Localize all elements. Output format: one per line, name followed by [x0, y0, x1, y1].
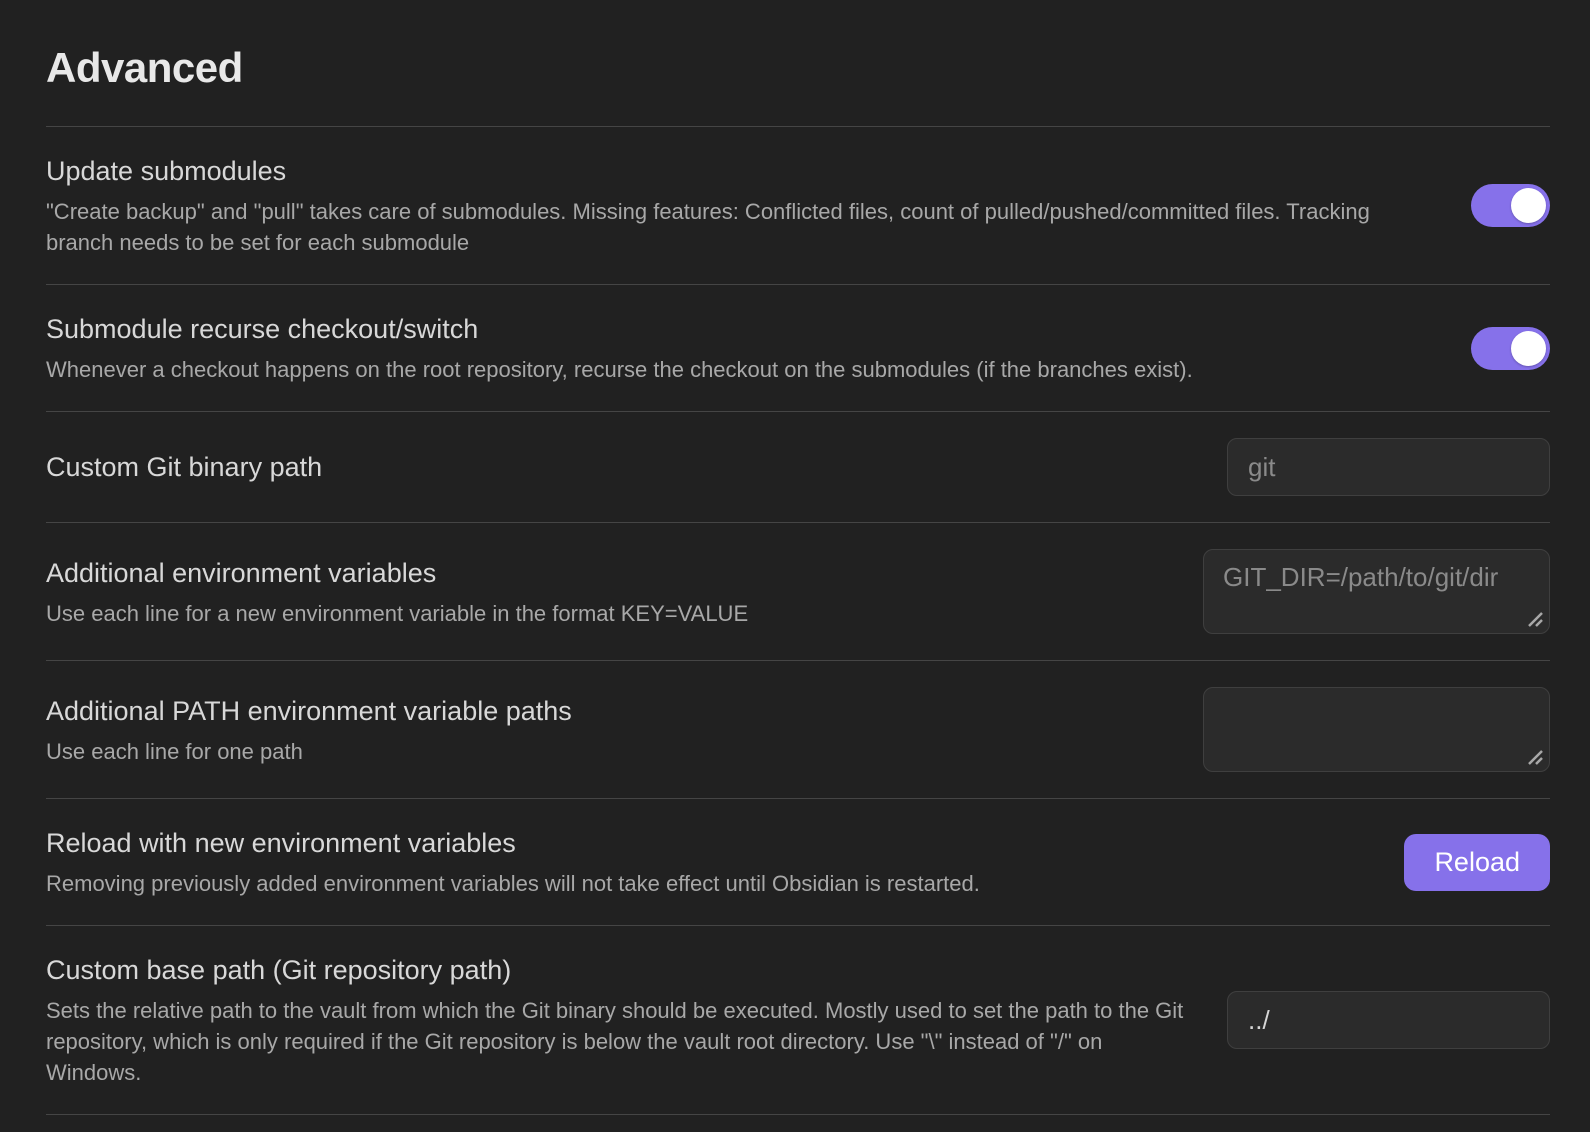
- setting-info: Reload with new environment variables Re…: [46, 825, 1404, 899]
- setting-info: Custom Git binary path: [46, 449, 1227, 485]
- setting-item-reload-env: Reload with new environment variables Re…: [46, 798, 1550, 925]
- setting-control: [1227, 991, 1550, 1049]
- setting-name: Additional PATH environment variable pat…: [46, 693, 1173, 729]
- resize-handle-icon[interactable]: [1523, 607, 1543, 627]
- setting-info: Additional environment variables Use eac…: [46, 555, 1203, 629]
- setting-name: Submodule recurse checkout/switch: [46, 311, 1441, 347]
- toggle-knob: [1511, 331, 1546, 366]
- setting-item-update-submodules: Update submodules "Create backup" and "p…: [46, 126, 1550, 284]
- setting-info: Update submodules "Create backup" and "p…: [46, 153, 1471, 258]
- setting-control: [1227, 438, 1550, 496]
- setting-name: Custom Git binary path: [46, 449, 1197, 485]
- setting-control: [1471, 184, 1550, 227]
- settings-advanced-page: Advanced Update submodules "Create backu…: [0, 0, 1590, 1116]
- setting-info: Additional PATH environment variable pat…: [46, 693, 1203, 767]
- setting-control: [1203, 549, 1550, 634]
- path-env-vars-textarea[interactable]: [1203, 687, 1550, 772]
- setting-item-path-env-vars: Additional PATH environment variable pat…: [46, 660, 1550, 798]
- setting-item-git-binary-path: Custom Git binary path: [46, 411, 1550, 522]
- textarea-wrap: [1203, 549, 1550, 634]
- base-path-input[interactable]: [1227, 991, 1550, 1049]
- setting-description: Use each line for a new environment vari…: [46, 598, 1173, 629]
- setting-control: Reload: [1404, 834, 1550, 891]
- setting-name: Reload with new environment variables: [46, 825, 1374, 861]
- reload-button[interactable]: Reload: [1404, 834, 1550, 891]
- setting-item-submodule-recurse: Submodule recurse checkout/switch Whenev…: [46, 284, 1550, 411]
- update-submodules-toggle[interactable]: [1471, 184, 1550, 227]
- page-title: Advanced: [46, 44, 1550, 92]
- setting-description: Sets the relative path to the vault from…: [46, 995, 1197, 1088]
- setting-description: Removing previously added environment va…: [46, 868, 1374, 899]
- toggle-knob: [1511, 188, 1546, 223]
- setting-item-env-vars: Additional environment variables Use eac…: [46, 522, 1550, 660]
- setting-name: Additional environment variables: [46, 555, 1173, 591]
- setting-description: Whenever a checkout happens on the root …: [46, 354, 1441, 385]
- submodule-recurse-toggle[interactable]: [1471, 327, 1550, 370]
- setting-name: Custom base path (Git repository path): [46, 952, 1197, 988]
- env-vars-textarea[interactable]: [1203, 549, 1550, 634]
- setting-info: Custom base path (Git repository path) S…: [46, 952, 1227, 1088]
- setting-description: "Create backup" and "pull" takes care of…: [46, 196, 1441, 258]
- setting-info: Submodule recurse checkout/switch Whenev…: [46, 311, 1471, 385]
- setting-control: [1471, 327, 1550, 370]
- textarea-wrap: [1203, 687, 1550, 772]
- divider: [46, 1114, 1550, 1132]
- setting-control: [1203, 687, 1550, 772]
- setting-item-custom-base-path: Custom base path (Git repository path) S…: [46, 925, 1550, 1114]
- git-binary-path-input[interactable]: [1227, 438, 1550, 496]
- setting-description: Use each line for one path: [46, 736, 1173, 767]
- resize-handle-icon[interactable]: [1523, 745, 1543, 765]
- setting-name: Update submodules: [46, 153, 1441, 189]
